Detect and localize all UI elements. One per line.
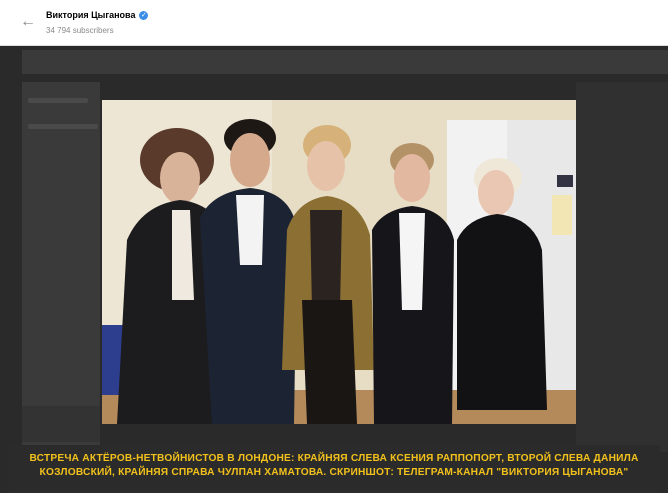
message-bubble-right [576,82,668,452]
reply-bar [28,124,98,129]
message-bubble [22,82,100,452]
back-arrow-icon[interactable]: ← [20,14,36,30]
reaction-bar [28,98,88,103]
photo-caption: ВСТРЕЧА АКТЁРОВ-НЕТВОЙНИСТОВ В ЛОНДОНЕ: … [10,452,658,480]
channel-name: Виктория Цыганова [46,10,136,20]
message-bubble [22,406,100,442]
pinned-message-bar [22,50,668,74]
caption-line-1: ВСТРЕЧА АКТЁРОВ-НЕТВОЙНИСТОВ В ЛОНДОНЕ: … [29,453,639,464]
channel-header: ← Виктория Цыганова ✓ 34 794 subscribers… [0,0,668,46]
group-photo [102,100,576,424]
verified-icon: ✓ [139,10,149,20]
group-photo-illustration [102,100,576,424]
channel-title-row[interactable]: Виктория Цыганова ✓ [46,10,149,20]
subscriber-count: 34 794 subscribers [46,26,114,35]
caption-line-2: КОЗЛОВСКИЙ, КРАЙНЯЯ СПРАВА ЧУЛПАН ХАМАТО… [39,467,629,478]
